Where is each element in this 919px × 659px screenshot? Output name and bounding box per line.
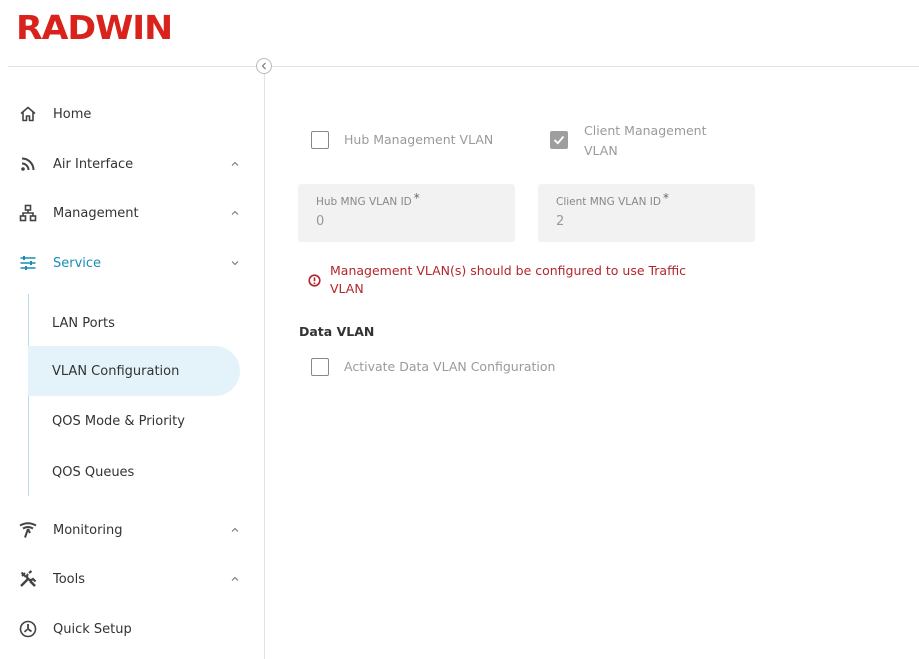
chevron-up-icon [231, 210, 239, 215]
antenna-icon [18, 520, 38, 540]
sliders-icon [18, 253, 38, 273]
sidebar-item-tools[interactable]: Tools [0, 559, 264, 599]
submenu-item-label: QOS Mode & Priority [52, 413, 185, 429]
radwin-logo: RADWIN [16, 8, 173, 48]
field-label-text: Hub MNG VLAN ID [316, 196, 412, 208]
sidebar-item-label: Quick Setup [53, 621, 132, 637]
sidebar-item-label: Management [53, 205, 139, 221]
hub-mng-vlan-id-field[interactable]: Hub MNG VLAN ID * 0 [298, 184, 515, 242]
client-management-vlan-label-line2: VLAN [584, 143, 618, 158]
error-text-line2: VLAN [330, 281, 364, 296]
sidebar-divider [264, 66, 265, 659]
submenu-item-qos-queues[interactable]: QOS Queues [28, 447, 240, 497]
chevron-up-icon [231, 527, 239, 532]
submenu-item-label: VLAN Configuration [52, 363, 180, 379]
field-label-text: Client MNG VLAN ID [556, 196, 661, 208]
sidebar-item-label: Home [53, 106, 92, 122]
error-text-line1: Management VLAN(s) should be configured … [330, 263, 687, 278]
hub-mng-vlan-id-value: 0 [316, 214, 325, 229]
sidebar-item-label: Tools [53, 571, 86, 587]
sidebar-item-home[interactable]: Home [0, 94, 264, 134]
sidebar-item-label: Monitoring [53, 522, 123, 538]
tools-icon [18, 569, 38, 589]
submenu-item-lan-ports[interactable]: LAN Ports [28, 298, 240, 348]
home-icon [18, 104, 38, 124]
submenu-item-label: LAN Ports [52, 315, 115, 331]
submenu-item-vlan-configuration[interactable]: VLAN Configuration [28, 346, 240, 396]
chevron-up-icon [231, 161, 239, 166]
header-divider [8, 66, 919, 67]
sidebar-item-label: Service [53, 255, 102, 271]
sidebar-collapse-button[interactable] [256, 58, 272, 74]
hub-mng-vlan-id-label: Hub MNG VLAN ID * [316, 191, 420, 208]
error-icon [308, 274, 321, 287]
client-mng-vlan-id-label: Client MNG VLAN ID * [556, 191, 669, 208]
air-signal-icon [18, 154, 38, 174]
sidebar-item-service[interactable]: Service [0, 243, 264, 283]
quick-setup-icon [18, 619, 38, 639]
chevron-up-icon [231, 576, 239, 581]
client-mng-vlan-id-field[interactable]: Client MNG VLAN ID * 2 [538, 184, 755, 242]
client-management-vlan-checkbox[interactable] [550, 131, 568, 149]
sidebar-item-management[interactable]: Management [0, 193, 264, 233]
submenu-item-qos-mode-priority[interactable]: QOS Mode & Priority [28, 396, 240, 446]
client-management-vlan-label-line1: Client Management [584, 123, 707, 138]
required-marker: * [413, 191, 420, 205]
error-text: Management VLAN(s) should be configured … [330, 262, 750, 298]
required-marker: * [662, 191, 669, 205]
data-vlan-section-title: Data VLAN [299, 324, 375, 339]
sidebar-item-label: Air Interface [53, 156, 134, 172]
hub-management-vlan-label: Hub Management VLAN [344, 132, 494, 147]
submenu-item-label: QOS Queues [52, 464, 135, 480]
activate-data-vlan-checkbox[interactable] [311, 358, 329, 376]
chevron-left-icon [261, 62, 266, 70]
sidebar-item-quick-setup[interactable]: Quick Setup [0, 609, 264, 649]
sidebar-item-air-interface[interactable]: Air Interface [0, 144, 264, 184]
activate-data-vlan-label: Activate Data VLAN Configuration [344, 359, 556, 374]
network-icon [18, 203, 38, 223]
chevron-down-icon [231, 261, 239, 266]
client-mng-vlan-id-value: 2 [556, 214, 565, 229]
brand-name: RADWIN [16, 8, 173, 47]
hub-management-vlan-checkbox[interactable] [311, 131, 329, 149]
checkmark-icon [553, 135, 565, 145]
sidebar-item-monitoring[interactable]: Monitoring [0, 510, 264, 550]
